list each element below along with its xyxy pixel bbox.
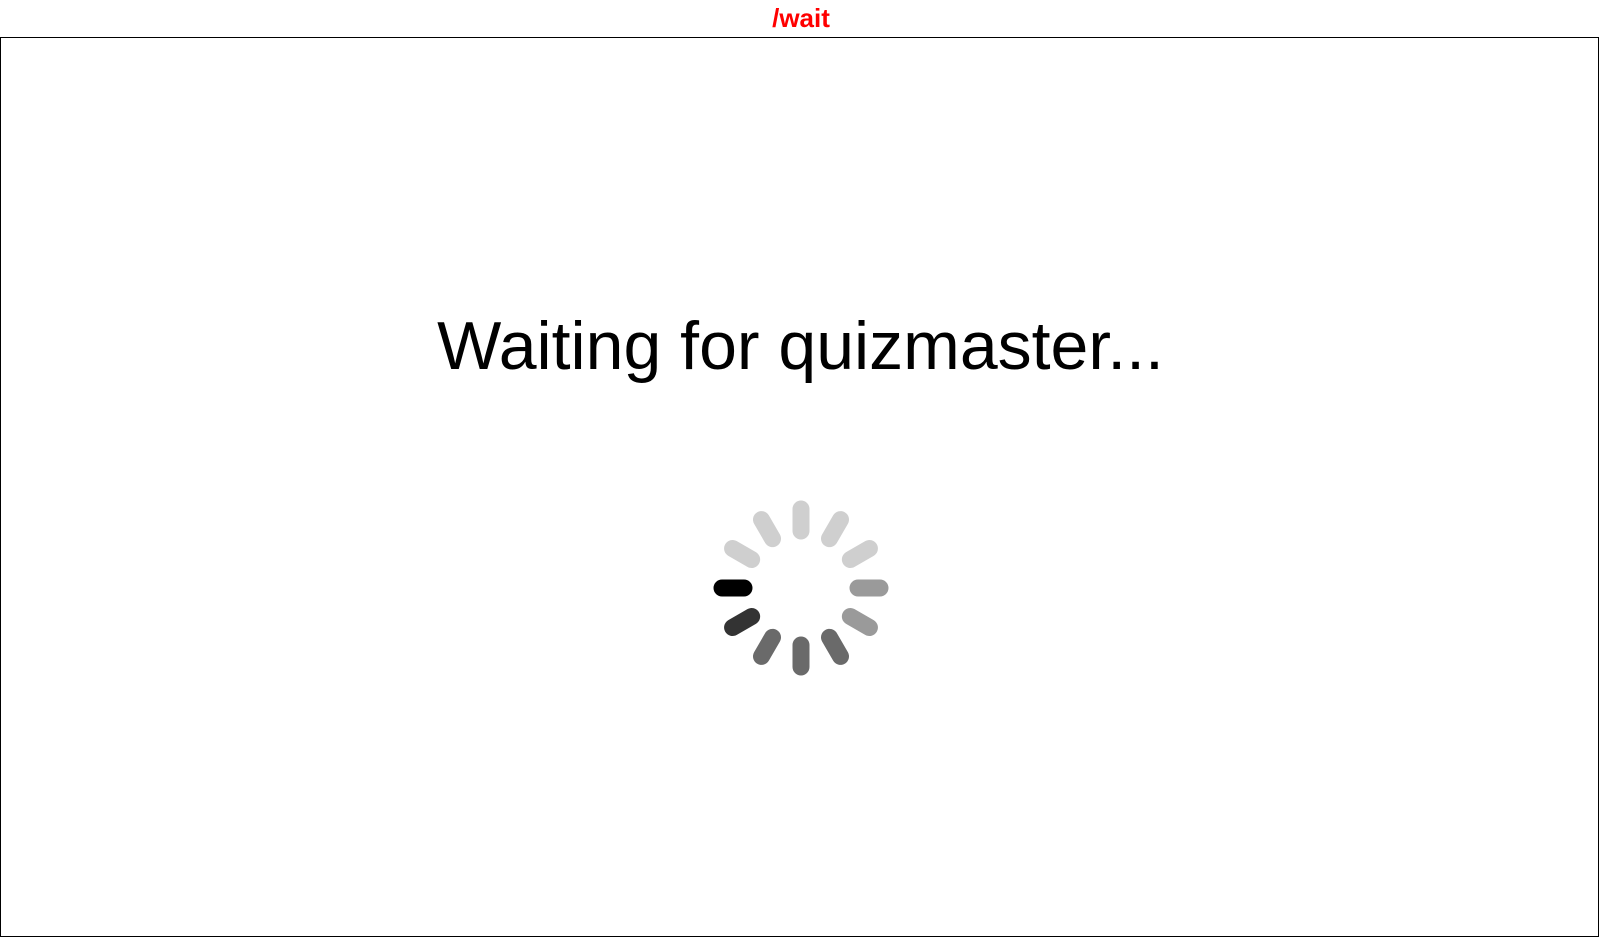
spinner-spoke [821,628,849,665]
spinner-spoke [821,511,849,548]
route-label: /wait [772,3,830,33]
waiting-status-text: Waiting for quizmaster... [437,308,1164,384]
spinner-spoke [841,608,878,636]
spinner-spoke [841,540,878,568]
spinner-spoke [724,608,761,636]
app-frame: Waiting for quizmaster... [0,37,1599,937]
loading-spinner-icon [713,500,889,676]
spinner-spoke [753,511,781,548]
spinner-spoke [724,540,761,568]
spinner-spoke [753,628,781,665]
